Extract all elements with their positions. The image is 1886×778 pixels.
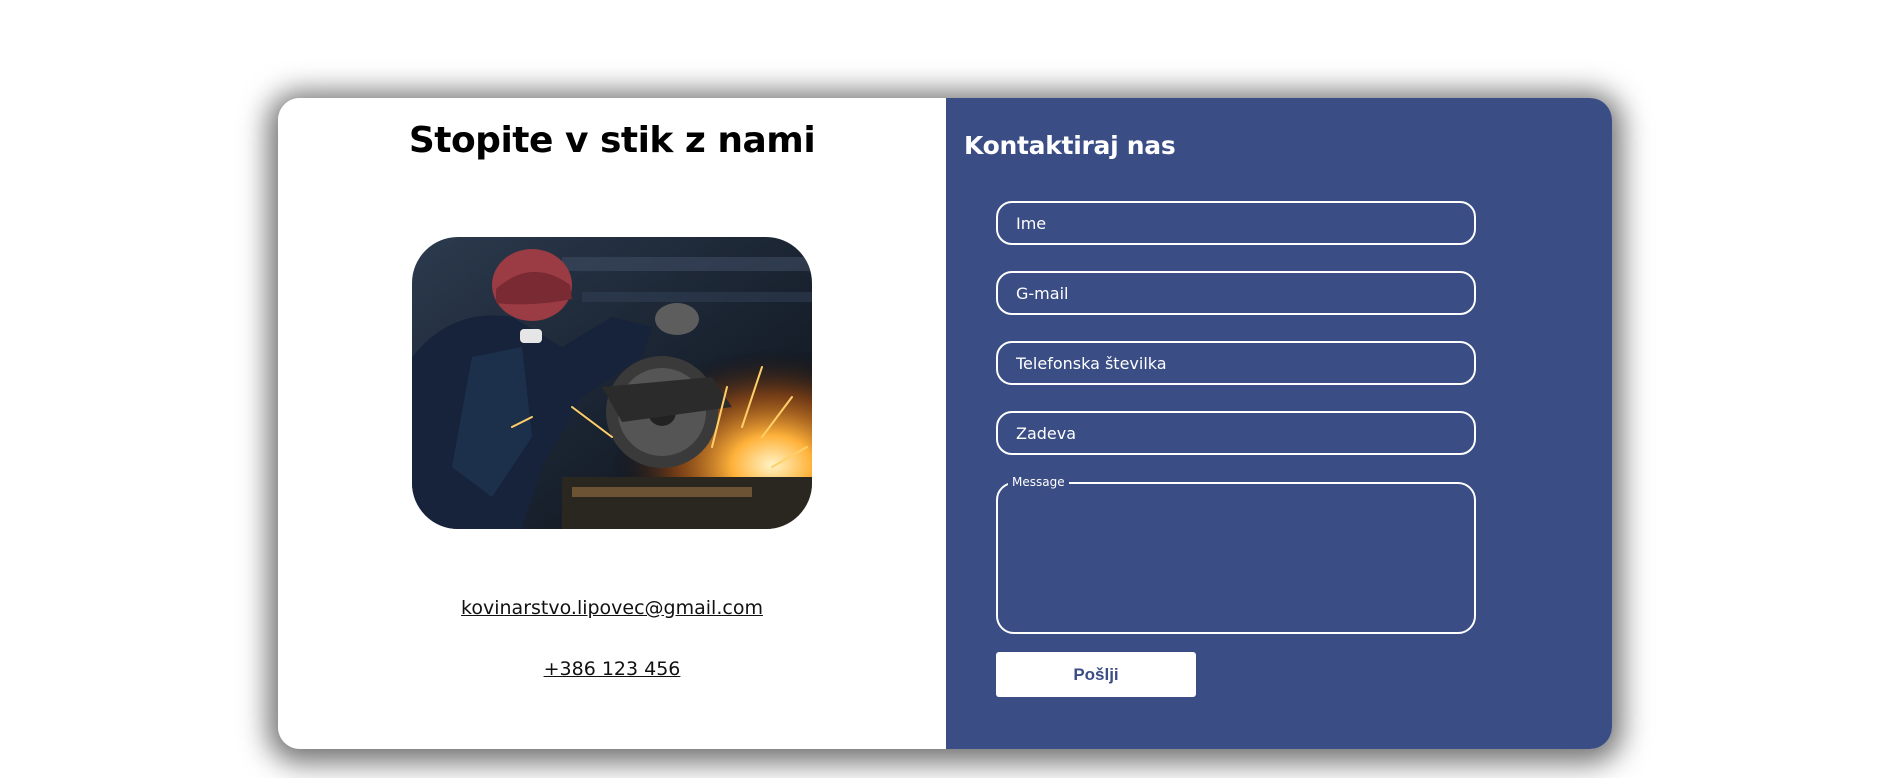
name-input[interactable]	[996, 201, 1476, 245]
contact-info-panel: Stopite v stik z nami kovinarstvo.lipove…	[278, 98, 946, 749]
subject-input[interactable]	[996, 411, 1476, 455]
email-link[interactable]: kovinarstvo.lipovec@gmail.com	[278, 597, 946, 619]
contact-form-panel: Kontaktiraj nas Message Pošlji	[946, 98, 1612, 749]
submit-button[interactable]: Pošlji	[996, 652, 1196, 697]
contact-card: Stopite v stik z nami kovinarstvo.lipove…	[278, 98, 1612, 749]
message-textarea[interactable]	[998, 484, 1474, 632]
page: Stopite v stik z nami kovinarstvo.lipove…	[0, 0, 1886, 778]
phone-input[interactable]	[996, 341, 1476, 385]
worker-photo	[412, 237, 812, 529]
message-field: Message	[996, 474, 1476, 634]
email-input[interactable]	[996, 271, 1476, 315]
phone-link[interactable]: +386 123 456	[278, 658, 946, 680]
message-label: Message	[1008, 474, 1069, 490]
contact-heading: Stopite v stik z nami	[408, 120, 816, 161]
form-heading: Kontaktiraj nas	[964, 131, 1176, 160]
